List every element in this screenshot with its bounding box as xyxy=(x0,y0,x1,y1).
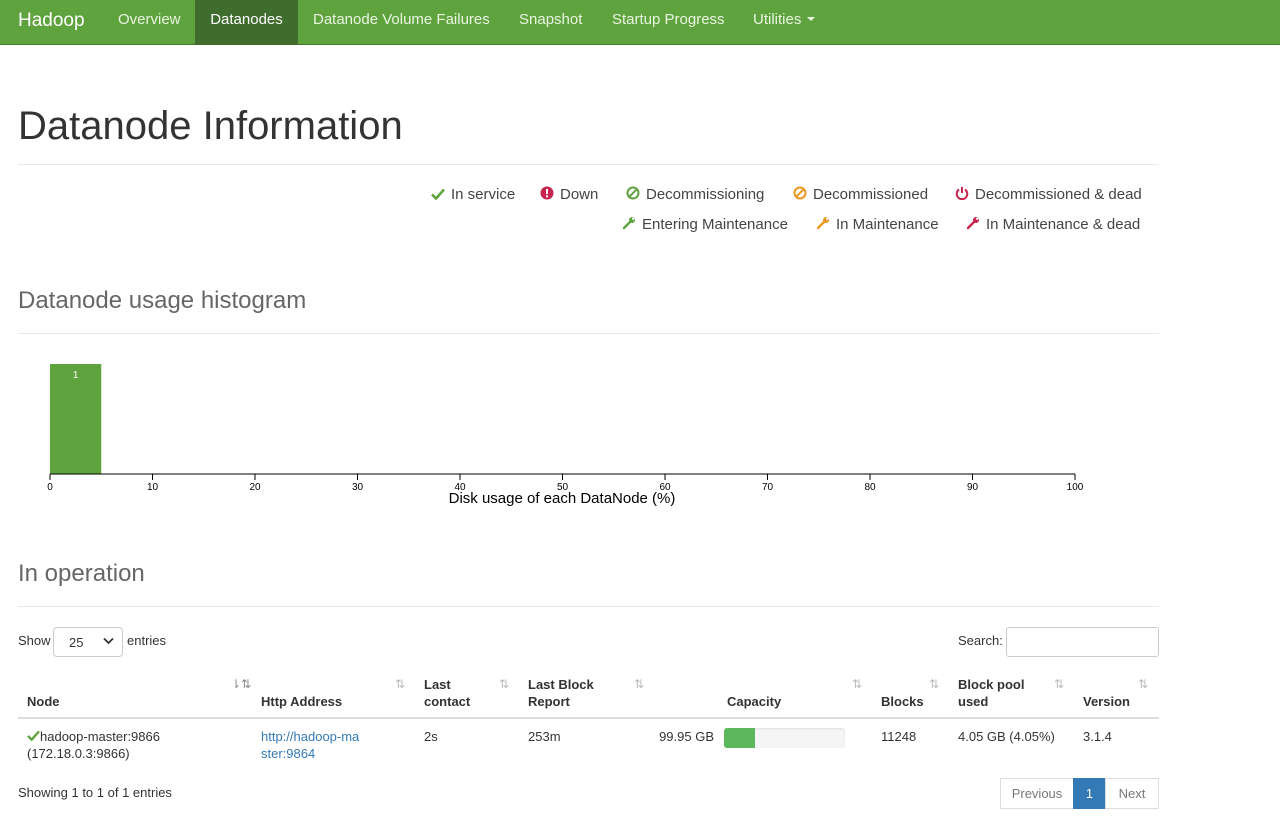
legend-label: In Maintenance xyxy=(836,216,939,233)
search-label: Search: xyxy=(958,633,1003,648)
legend-label: In service xyxy=(451,186,516,203)
sort-asc-icon[interactable]: ⇂⇅ xyxy=(231,677,251,691)
table-header-divider xyxy=(18,717,1159,719)
divider xyxy=(18,606,1159,607)
sort-icon[interactable]: ⇅ xyxy=(852,677,862,691)
table-info: Showing 1 to 1 of 1 entries xyxy=(18,785,172,800)
legend-label: In Maintenance & dead xyxy=(986,216,1141,233)
wrench-icon xyxy=(816,217,829,230)
column-header-last-block-report[interactable]: Last Block Report xyxy=(528,676,603,710)
nav-utilities-dropdown[interactable]: Utilities xyxy=(738,0,830,45)
node-ip: (172.18.0.3:9866) xyxy=(27,746,130,761)
cell-node: hadoop-master:9866 (172.18.0.3:9866) xyxy=(27,728,227,762)
cell-last-contact: 2s xyxy=(424,729,438,744)
brand-logo[interactable]: Hadoop xyxy=(18,0,85,45)
legend-label: Down xyxy=(560,186,599,203)
page-1-button[interactable]: 1 xyxy=(1073,778,1106,809)
wrench-icon xyxy=(966,217,979,230)
cell-block-pool-used: 4.05 GB (4.05%) xyxy=(958,729,1055,744)
x-axis-label: Disk usage of each DataNode (%) xyxy=(449,490,676,507)
column-header-http-address[interactable]: Http Address xyxy=(261,693,342,710)
x-axis-tick-label: 30 xyxy=(352,482,364,493)
legend-down: Down xyxy=(540,186,598,203)
x-axis-tick-label: 80 xyxy=(864,482,876,493)
sort-icon[interactable]: ⇅ xyxy=(929,677,939,691)
x-axis-tick-label: 100 xyxy=(1067,482,1084,493)
cell-last-block-report: 253m xyxy=(528,729,561,744)
cell-blocks: 11248 xyxy=(881,729,917,744)
divider xyxy=(18,164,1159,165)
nav-utilities-label: Utilities xyxy=(753,11,802,28)
x-axis-tick-label: 90 xyxy=(967,482,979,493)
legend-in-service: In service xyxy=(431,186,515,203)
ban-icon xyxy=(793,186,807,200)
sort-icon[interactable]: ⇅ xyxy=(1138,677,1148,691)
chevron-down-icon xyxy=(103,637,114,645)
search-input[interactable] xyxy=(1006,627,1159,657)
column-header-version[interactable]: Version xyxy=(1083,693,1130,710)
column-header-node[interactable]: Node xyxy=(27,693,60,710)
x-axis-tick-label: 0 xyxy=(47,482,53,493)
cell-capacity: 99.95 GB xyxy=(659,729,714,744)
sort-icon[interactable]: ⇅ xyxy=(395,677,405,691)
legend-label: Entering Maintenance xyxy=(642,216,788,233)
x-axis-tick-label: 10 xyxy=(147,482,159,493)
capacity-progress-bar xyxy=(724,728,845,748)
nav-datanodes[interactable]: Datanodes xyxy=(195,0,298,45)
divider xyxy=(18,333,1159,334)
check-icon xyxy=(27,730,40,742)
histogram-title: Datanode usage histogram xyxy=(18,287,307,314)
in-operation-title: In operation xyxy=(18,560,145,587)
cell-http-address: http://hadoop-master:9864 xyxy=(261,728,361,762)
legend-label: Decommissioned & dead xyxy=(975,186,1142,203)
nav-startup-progress[interactable]: Startup Progress xyxy=(597,0,740,45)
legend-in-maintenance: In Maintenance xyxy=(816,216,939,233)
legend-decommissioned: Decommissioned xyxy=(793,186,928,203)
sort-icon[interactable]: ⇅ xyxy=(634,677,644,691)
x-axis-tick-label: 20 xyxy=(249,482,261,493)
check-icon xyxy=(431,188,445,201)
http-address-link[interactable]: http://hadoop-master:9864 xyxy=(261,729,359,761)
column-header-blocks[interactable]: Blocks xyxy=(881,693,924,710)
caret-down-icon xyxy=(807,17,816,22)
page-size-value: 25 xyxy=(69,635,84,650)
usage-histogram-chart: 10 10 20 30 40 50 60 70 80 90 100Disk usage of eac… xyxy=(47,364,1084,507)
page-size-select[interactable]: 25 xyxy=(53,627,123,657)
previous-page-button[interactable]: Previous xyxy=(1000,778,1074,809)
sort-icon[interactable]: ⇅ xyxy=(1054,677,1064,691)
power-icon xyxy=(955,187,969,201)
sort-icon[interactable]: ⇅ xyxy=(499,677,509,691)
cell-version: 3.1.4 xyxy=(1083,729,1112,744)
legend-label: Decommissioning xyxy=(646,186,765,203)
top-navbar: Hadoop Overview Datanodes Datanode Volum… xyxy=(0,0,1280,45)
wrench-icon xyxy=(622,217,635,230)
entries-label: entries xyxy=(127,633,167,648)
column-header-last-contact[interactable]: Last contact xyxy=(424,676,484,710)
nav-overview[interactable]: Overview xyxy=(103,0,196,45)
column-header-capacity[interactable]: Capacity xyxy=(727,693,781,710)
legend-decommissioned-dead: Decommissioned & dead xyxy=(955,186,1142,203)
column-header-block-pool-used[interactable]: Block pool used xyxy=(958,676,1033,710)
node-name: hadoop-master:9866 xyxy=(40,729,160,744)
ban-icon xyxy=(626,186,640,200)
legend-entering-maintenance: Entering Maintenance xyxy=(622,216,788,233)
legend-in-maintenance-dead: In Maintenance & dead xyxy=(966,216,1140,233)
capacity-progress-fill xyxy=(724,728,756,748)
histogram-bar-label: 1 xyxy=(73,370,79,381)
legend-label: Decommissioned xyxy=(813,186,929,203)
page-title: Datanode Information xyxy=(18,104,403,148)
show-label: Show xyxy=(18,633,51,648)
nav-snapshot[interactable]: Snapshot xyxy=(504,0,597,45)
next-page-button[interactable]: Next xyxy=(1105,778,1159,809)
exclamation-circle-icon xyxy=(540,186,554,200)
legend-decommissioning: Decommissioning xyxy=(626,186,764,203)
nav-volume-failures[interactable]: Datanode Volume Failures xyxy=(298,0,505,45)
x-axis-tick-label: 70 xyxy=(762,482,774,493)
